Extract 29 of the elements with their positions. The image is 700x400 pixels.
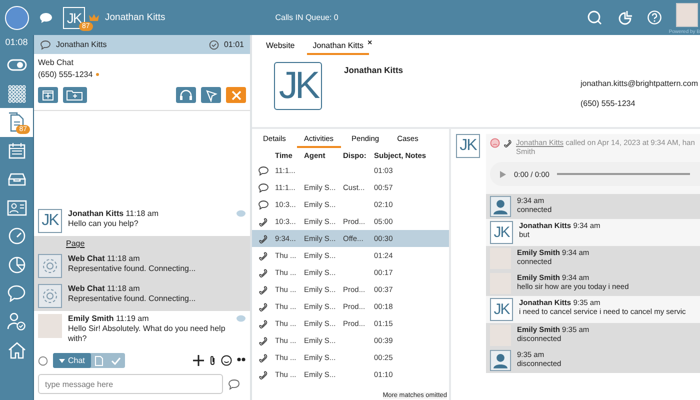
initials-avatar: JK: [38, 209, 62, 233]
message-text: Representative found. Connecting...: [68, 294, 197, 304]
message-text: Hello Sir! Absolutely. What do you need help with?: [68, 324, 226, 344]
message-header: Jonathan Kitts 11:18 am: [68, 209, 160, 219]
contact-avatar: JK: [274, 62, 322, 110]
message-header: Web Chat 11:18 am: [68, 254, 141, 264]
chat-contact-name: Jonathan Kitts: [56, 40, 108, 49]
message-header: Web Chat 11:18 am: [68, 284, 141, 294]
message-text: Representative found. Connecting...: [68, 264, 197, 274]
message-text: Hello can you help?: [68, 219, 140, 229]
contact-full-name: Jonathan Kitts: [344, 65, 404, 75]
chat-tab[interactable]: Chat: [53, 353, 91, 368]
page-label: Page: [66, 239, 85, 248]
message-header: Emily Smith 11:19 am: [68, 314, 150, 324]
email-address: jonathan.kitts@brightpattern.com: [580, 79, 698, 88]
chat-timer: 01:01: [224, 40, 244, 49]
contact-tab[interactable]: Jonathan Kitts: [306, 39, 370, 55]
contact-tab[interactable]: Website: [260, 39, 301, 55]
message-input[interactable]: type message here: [38, 374, 223, 394]
phone-number: (650) 555-1234: [38, 70, 93, 79]
initials-avatar: JK: [456, 134, 480, 158]
initials-avatar: JK: [490, 298, 513, 321]
close-tab-button[interactable]: ×: [367, 39, 372, 47]
phone-number: (650) 555-1234: [580, 99, 636, 108]
session-timer: 01:08: [5, 37, 28, 47]
contact-name: Jonathan Kitts: [105, 12, 166, 23]
initials-avatar: JK: [490, 221, 513, 244]
queue-status: Calls IN Queue: 0: [275, 13, 338, 22]
channel-label: Web Chat: [38, 58, 74, 67]
